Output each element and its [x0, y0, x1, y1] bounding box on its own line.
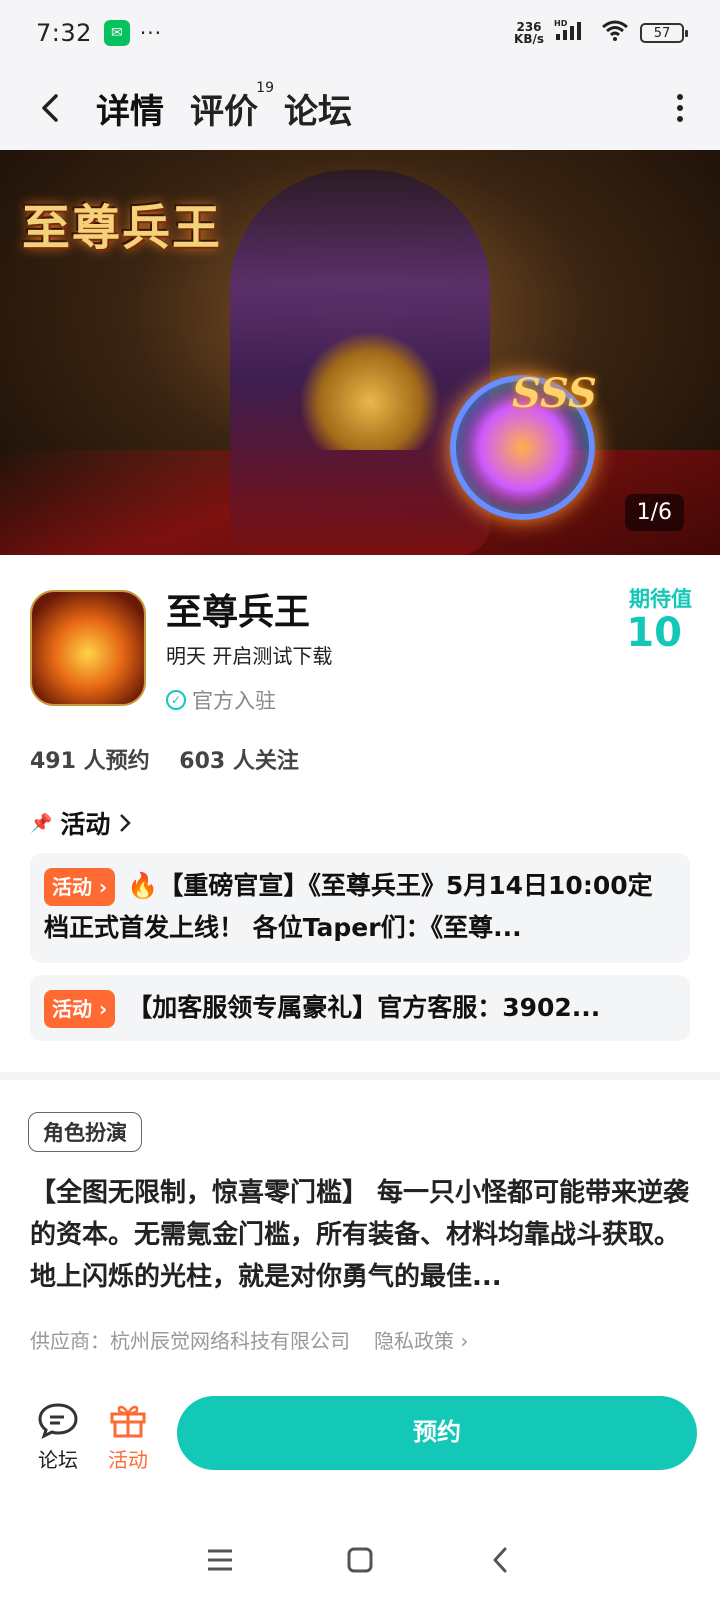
app-stats: 491 人预约 603 人关注: [30, 743, 321, 775]
system-nav-bar: [0, 1520, 720, 1600]
back-button[interactable]: [30, 88, 70, 128]
media-carousel[interactable]: SSS 至尊兵王 1/6: [0, 150, 720, 555]
recent-apps-button[interactable]: [200, 1540, 240, 1580]
more-notifications-icon: ···: [139, 21, 162, 45]
system-back-button[interactable]: [480, 1540, 520, 1580]
activity-tag: 活动 ›: [44, 868, 116, 906]
battery-icon: 57: [640, 23, 688, 43]
app-icon: [30, 590, 146, 706]
banner-armor-art: [300, 330, 440, 450]
wechat-icon: ✉: [103, 20, 130, 46]
pin-icon: 📌: [30, 812, 53, 834]
activity-button[interactable]: 活动: [100, 1400, 156, 1473]
carousel-counter: 1/6: [624, 494, 684, 531]
reviews-count-badge: 19: [256, 79, 274, 96]
expectation-label: 期待值: [629, 587, 692, 611]
app-name: 至尊兵王: [166, 592, 311, 633]
activity-tag: 活动 ›: [44, 990, 116, 1028]
activity-item[interactable]: 活动 › 【加客服领专属豪礼】官方客服：3902...: [30, 975, 690, 1041]
chevron-left-icon: [42, 94, 58, 122]
back-arrow-icon: [493, 1547, 507, 1573]
supplier-name: 供应商：杭州辰觉网络科技有限公司: [30, 1329, 350, 1353]
banner-sss-badge: SSS: [512, 370, 597, 417]
tab-reviews[interactable]: 评价 19: [190, 80, 274, 133]
forum-button[interactable]: 论坛: [30, 1400, 86, 1473]
reservation-count: 491 人预约: [30, 749, 150, 774]
game-description[interactable]: 【全图无限制，惊喜零门槛】 每一只小怪都可能带来逆袭的资本。无需氪金门槛，所有装…: [30, 1172, 690, 1298]
privacy-policy-link[interactable]: 隐私政策 ›: [374, 1325, 468, 1354]
vertical-dots-icon: [677, 94, 683, 122]
network-speed: 236 KB/s: [514, 20, 544, 46]
more-options-button[interactable]: [670, 93, 690, 123]
banner-game-logo: 至尊兵王: [22, 200, 223, 256]
home-button[interactable]: [340, 1540, 380, 1580]
menu-icon: [208, 1549, 232, 1571]
svg-text:HD: HD: [554, 19, 568, 28]
status-bar: 7:32 ✉ ··· 236 KB/s HD 57: [0, 0, 720, 66]
reserve-button[interactable]: 预约: [177, 1396, 697, 1470]
expectation-score: 10: [626, 610, 682, 656]
status-time: 7:32: [36, 19, 92, 47]
activity-item[interactable]: 活动 › 🔥【重磅官宣】《至尊兵王》5月14日10:00定档正式首发上线！ 各位T…: [30, 853, 690, 963]
signal-icon: HD: [554, 18, 590, 48]
chat-bubble-icon: [36, 1400, 80, 1440]
home-square-icon: [347, 1547, 373, 1573]
tab-forum[interactable]: 论坛: [284, 84, 352, 133]
gift-icon: [106, 1400, 150, 1440]
check-circle-icon: ✓: [166, 690, 186, 710]
official-badge: ✓ 官方入驻: [166, 685, 276, 715]
follower-count: 603 人关注: [179, 749, 299, 774]
app-release-status: 明天 开启测试下载: [166, 644, 333, 668]
tab-details[interactable]: 详情: [94, 84, 166, 137]
top-nav: 详情 评价 19 论坛: [0, 66, 720, 150]
section-divider: [0, 1072, 720, 1080]
supplier-info: 供应商：杭州辰觉网络科技有限公司 隐私政策 ›: [30, 1325, 468, 1354]
chevron-right-icon: [120, 814, 132, 832]
genre-tag[interactable]: 角色扮演: [28, 1112, 142, 1152]
wifi-icon: [600, 18, 630, 48]
activities-section-header[interactable]: 📌 活动: [30, 805, 132, 841]
bottom-action-bar: 论坛 活动 预约: [0, 1390, 720, 1480]
